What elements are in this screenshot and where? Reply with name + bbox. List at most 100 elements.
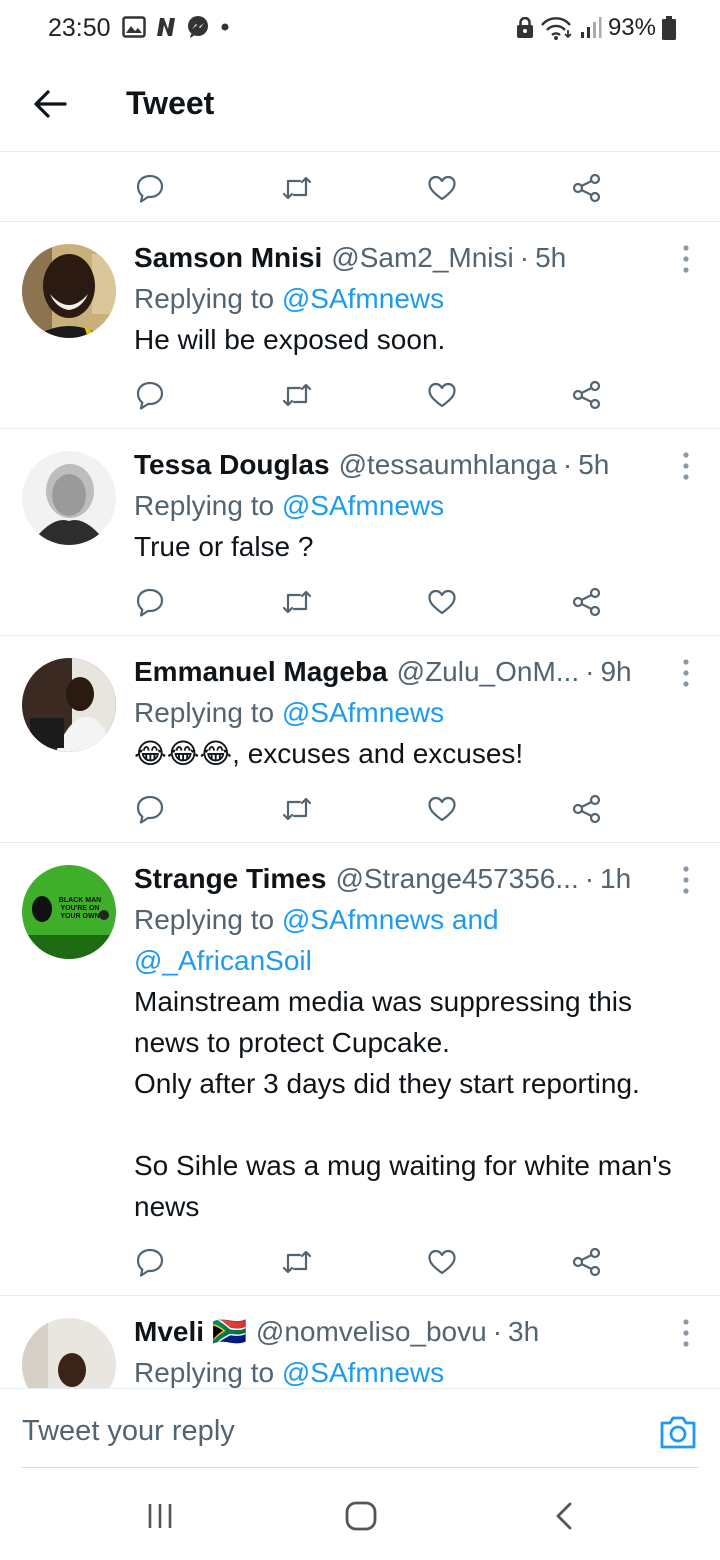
reply-tweet[interactable]: Mveli 🇿🇦 @nomveliso_bovu · 3h Replying t… (0, 1296, 720, 1388)
like-button[interactable] (425, 792, 459, 826)
author-name[interactable]: Samson Mnisi (134, 238, 322, 278)
avatar[interactable] (22, 658, 116, 752)
tweet-time: 3h (508, 1316, 540, 1347)
tweet-header: Mveli 🇿🇦 @nomveliso_bovu · 3h (134, 1312, 698, 1352)
author-handle[interactable]: @tessaumhlanga (339, 445, 557, 485)
tweet-text: True or false ? (134, 531, 314, 562)
reply-button[interactable] (133, 585, 167, 619)
share-icon (572, 173, 601, 203)
flag-emoji: 🇿🇦 (212, 1316, 247, 1347)
retweet-icon (282, 590, 312, 614)
heart-icon (428, 382, 456, 408)
tweet-actions (0, 774, 720, 842)
replying-to: Replying to @SAfmnews and @_AfricanSoil (134, 904, 499, 976)
avatar[interactable] (22, 451, 116, 545)
reply-tweet[interactable]: Samson Mnisi @Sam2_Mnisi · 5h Replying t… (0, 222, 720, 428)
like-button[interactable] (425, 171, 459, 205)
replies-feed[interactable]: Samson Mnisi @Sam2_Mnisi · 5h Replying t… (0, 153, 720, 1388)
share-button[interactable] (570, 378, 604, 412)
tweet-header: Strange Times @Strange457356... · 1h (134, 859, 698, 899)
recents-icon (148, 1504, 172, 1528)
author-name[interactable]: Tessa Douglas (134, 445, 330, 485)
author-handle[interactable]: @Sam2_Mnisi (331, 238, 513, 278)
mention-link[interactable]: @SAfmnews (282, 697, 444, 728)
back-icon (556, 1502, 572, 1530)
like-button[interactable] (425, 378, 459, 412)
retweet-icon (282, 383, 312, 407)
author-handle[interactable]: @Zulu_OnM... (397, 652, 579, 692)
tweet-actions (0, 360, 720, 428)
like-button[interactable] (425, 585, 459, 619)
tweet-actions (0, 1227, 720, 1295)
author-handle[interactable]: @nomveliso_bovu (256, 1312, 487, 1352)
more-options-icon[interactable] (680, 451, 692, 481)
reply-icon (136, 588, 164, 617)
reply-button[interactable] (133, 378, 167, 412)
share-button[interactable] (570, 585, 604, 619)
reply-tweet[interactable]: Tessa Douglas @tessaumhlanga · 5h Replyi… (0, 429, 720, 635)
mention-link[interactable]: @SAfmnews (282, 490, 444, 521)
tweet-actions (0, 567, 720, 635)
tweet-time: 5h (535, 242, 567, 273)
laughing-emoji: 😂😂😂 (134, 738, 233, 769)
heart-icon (428, 1249, 456, 1275)
wifi-icon (541, 17, 572, 40)
reply-tweet[interactable]: Emmanuel Mageba @Zulu_OnM... · 9h Replyi… (0, 636, 720, 842)
tweet-text: He will be exposed soon. (134, 324, 446, 355)
share-button[interactable] (570, 171, 604, 205)
tweet-header: Samson Mnisi @Sam2_Mnisi · 5h (134, 238, 698, 278)
tweet-header: Tessa Douglas @tessaumhlanga · 5h (134, 445, 698, 485)
retweet-button[interactable] (280, 1245, 314, 1279)
more-options-icon[interactable] (680, 658, 692, 688)
reply-button[interactable] (133, 792, 167, 826)
share-icon (572, 1247, 601, 1277)
n-app-icon (157, 18, 175, 36)
recents-button[interactable] (140, 1498, 180, 1534)
reply-tweet[interactable]: BLACK MAN YOU'RE ON YOUR OWN Strange Tim… (0, 843, 720, 1295)
author-name[interactable]: Emmanuel Mageba (134, 652, 388, 692)
avatar[interactable] (22, 1318, 116, 1388)
retweet-button[interactable] (280, 378, 314, 412)
lock-icon (516, 17, 533, 38)
share-button[interactable] (570, 1245, 604, 1279)
back-button[interactable] (30, 84, 70, 124)
author-name[interactable]: Mveli (134, 1312, 204, 1352)
status-time: 23:50 (48, 14, 111, 42)
retweet-icon (282, 797, 312, 821)
share-icon (572, 380, 601, 410)
reply-icon (136, 795, 164, 824)
retweet-icon (282, 1250, 312, 1274)
gallery-icon (122, 16, 146, 38)
mention-link[interactable]: @SAfmnews (282, 1357, 444, 1388)
author-handle[interactable]: @Strange457356... (335, 859, 578, 899)
reply-button[interactable] (133, 171, 167, 205)
arrow-left-icon (34, 90, 67, 118)
retweet-button[interactable] (280, 792, 314, 826)
author-name[interactable]: Strange Times (134, 859, 326, 899)
replying-to: Replying to @SAfmnews (134, 697, 445, 728)
tweet-text: Mainstream media was suppressing this ne… (134, 986, 672, 1222)
replying-to: Replying to @SAfmnews (134, 490, 445, 521)
reply-button[interactable] (133, 1245, 167, 1279)
replying-to: Replying to @SAfmnews (134, 1357, 445, 1388)
messenger-icon (188, 16, 208, 38)
like-button[interactable] (425, 1245, 459, 1279)
more-options-icon[interactable] (680, 1318, 692, 1348)
retweet-button[interactable] (280, 585, 314, 619)
retweet-button[interactable] (280, 171, 314, 205)
reply-icon (136, 174, 164, 203)
back-nav-button[interactable] (544, 1498, 584, 1534)
avatar[interactable]: BLACK MAN YOU'RE ON YOUR OWN (22, 865, 116, 959)
more-options-icon[interactable] (680, 865, 692, 895)
more-options-icon[interactable] (680, 244, 692, 274)
camera-icon[interactable] (658, 1413, 698, 1451)
share-button[interactable] (570, 792, 604, 826)
mention-link[interactable]: @SAfmnews (282, 283, 444, 314)
tweet-time: 5h (578, 449, 610, 480)
page-title: Tweet (126, 85, 215, 121)
dot-icon (221, 23, 229, 31)
home-button[interactable] (341, 1498, 381, 1534)
avatar[interactable] (22, 244, 116, 338)
tweet-header: Emmanuel Mageba @Zulu_OnM... · 9h (134, 652, 698, 692)
reply-input[interactable]: Tweet your reply (22, 1415, 235, 1448)
